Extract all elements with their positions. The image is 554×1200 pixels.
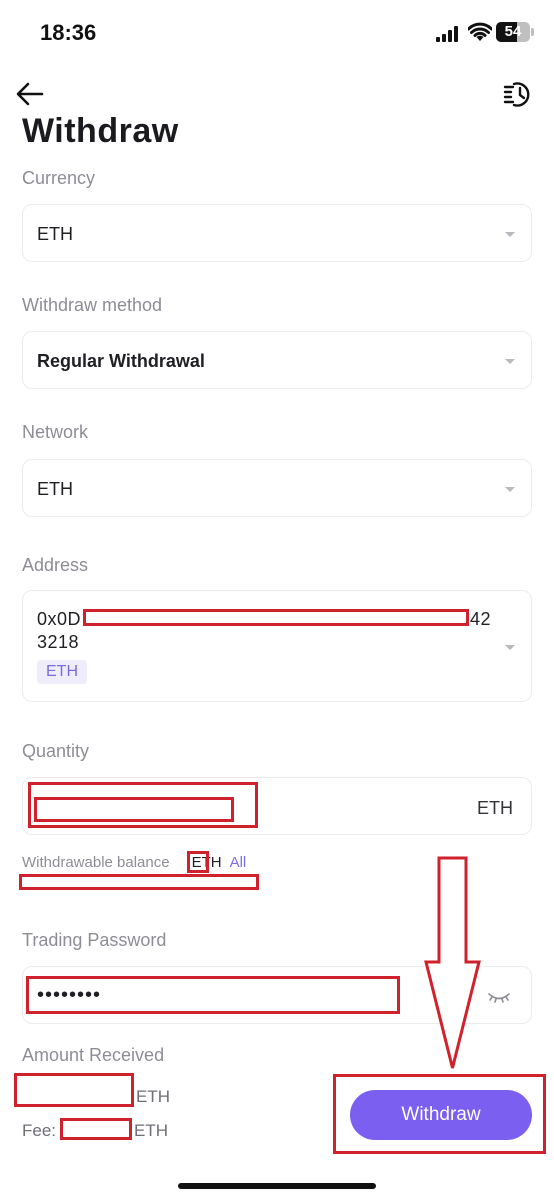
fee-unit: ETH xyxy=(134,1121,168,1140)
currency-label: Currency xyxy=(22,168,96,188)
network-select[interactable]: ETH xyxy=(22,459,532,517)
withdraw-method-select[interactable]: Regular Withdrawal xyxy=(22,331,532,389)
redaction-box xyxy=(34,797,234,822)
currency-value: ETH xyxy=(37,224,73,244)
quantity-unit: ETH xyxy=(477,798,513,818)
annotation-arrow-icon xyxy=(424,856,481,1069)
address-suffix: 42 xyxy=(470,609,492,629)
network-label: Network xyxy=(22,422,89,442)
currency-select[interactable]: ETH xyxy=(22,204,532,262)
annotation-box xyxy=(333,1074,546,1154)
history-icon xyxy=(503,82,530,107)
address-field[interactable]: 0x0D 42 3218 ETH xyxy=(22,590,532,702)
page-title: Withdraw xyxy=(22,112,179,150)
arrow-left-icon xyxy=(16,82,44,106)
redaction-box xyxy=(14,1073,134,1107)
quantity-label: Quantity xyxy=(22,741,90,761)
withdraw-method-value: Regular Withdrawal xyxy=(37,351,205,371)
cellular-signal-icon xyxy=(436,26,460,42)
network-value: ETH xyxy=(37,479,73,499)
battery-tip xyxy=(531,28,534,36)
status-time: 18:36 xyxy=(40,20,97,45)
withdraw-method-label: Withdraw method xyxy=(22,295,163,315)
chevron-down-icon xyxy=(505,359,515,364)
redaction-box xyxy=(83,609,469,626)
address-label: Address xyxy=(22,555,89,575)
chevron-down-icon xyxy=(505,232,515,237)
chevron-down-icon xyxy=(505,487,515,492)
all-button[interactable]: All xyxy=(230,854,247,871)
eye-closed-icon[interactable] xyxy=(487,991,511,1005)
withdrawable-balance: Withdrawable balance ETH All xyxy=(22,854,246,871)
balance-label: Withdrawable balance xyxy=(22,854,170,871)
address-prefix: 0x0D xyxy=(37,609,82,629)
annotation-box xyxy=(26,976,400,1014)
back-button[interactable] xyxy=(14,80,46,108)
redaction-box xyxy=(19,874,259,890)
fee-label: Fee: xyxy=(22,1121,57,1140)
amount-received-unit: ETH xyxy=(136,1087,170,1106)
home-indicator xyxy=(178,1183,376,1189)
amount-received-label: Amount Received xyxy=(22,1045,165,1065)
battery-icon: 54 xyxy=(496,22,530,42)
chevron-down-icon xyxy=(505,645,515,650)
redaction-box xyxy=(187,851,209,873)
status-bar: 18:36 54 xyxy=(0,0,554,70)
network-chip: ETH xyxy=(37,660,87,684)
wifi-icon xyxy=(468,22,492,41)
address-line2: 3218 xyxy=(37,632,80,652)
trading-password-label: Trading Password xyxy=(22,930,167,950)
battery-level: 54 xyxy=(504,23,522,40)
redaction-box xyxy=(60,1118,132,1140)
history-button[interactable] xyxy=(502,78,534,110)
